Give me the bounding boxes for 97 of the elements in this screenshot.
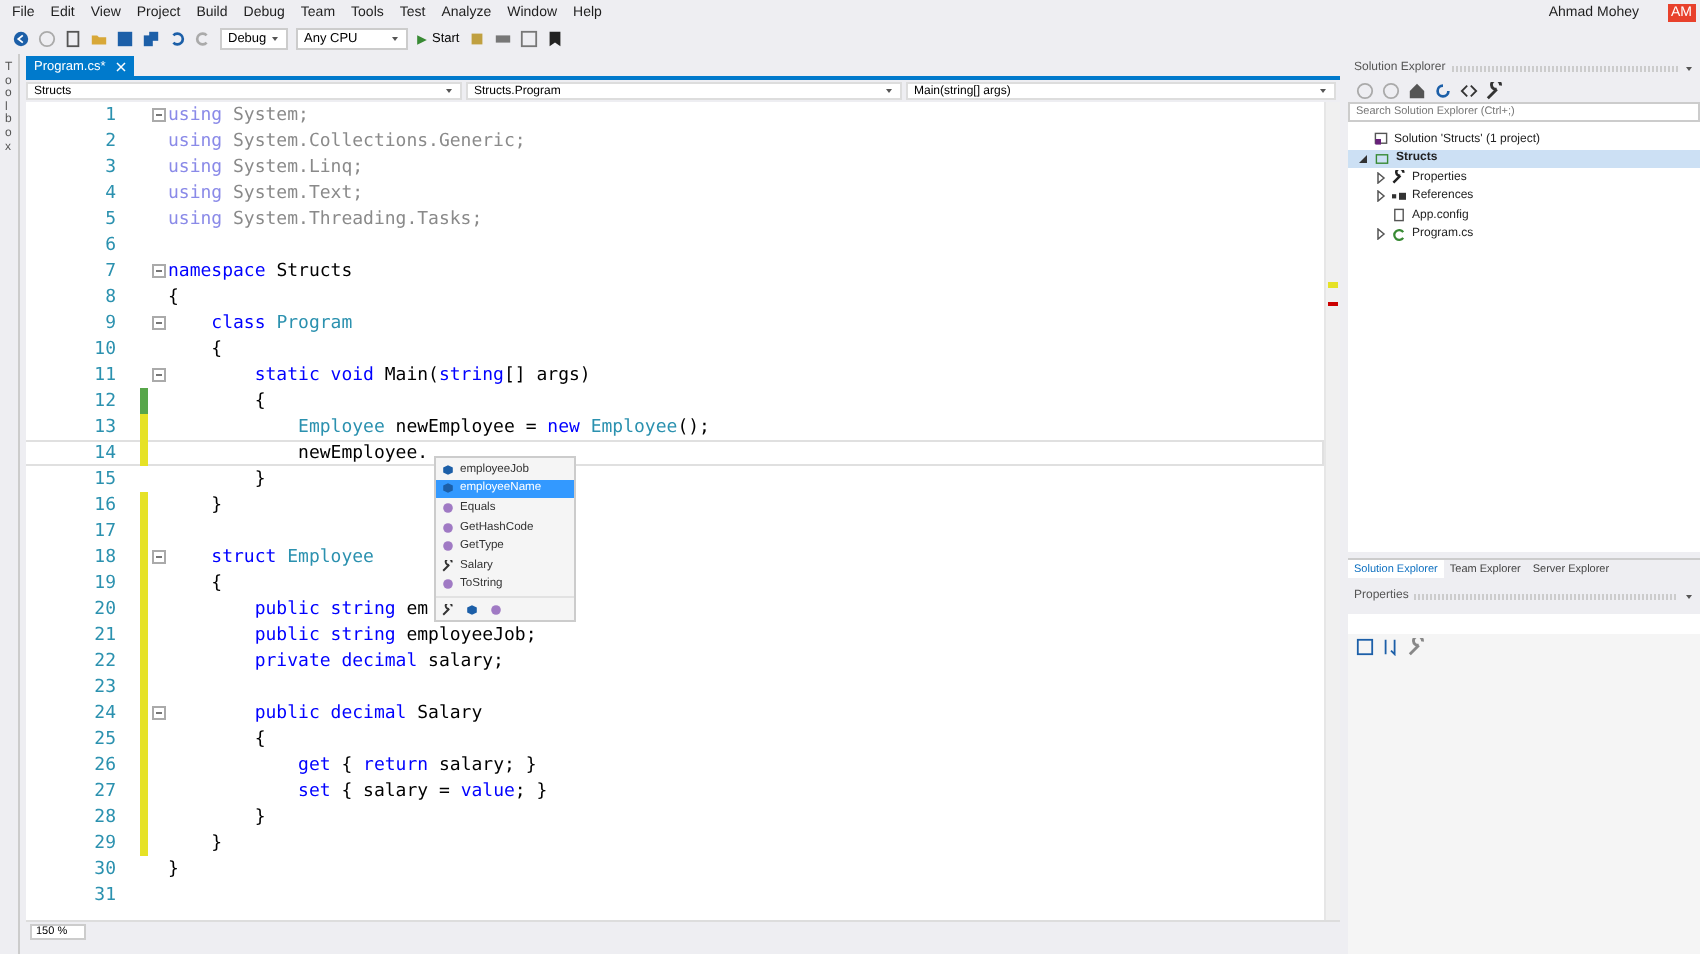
collapse-icon[interactable] bbox=[151, 108, 165, 122]
line-number: 7 bbox=[103, 261, 116, 281]
code-line: } bbox=[209, 495, 223, 515]
code-line: { bbox=[168, 287, 179, 307]
dropdown-caret-icon[interactable] bbox=[444, 86, 454, 96]
collapse-icon[interactable] bbox=[151, 368, 165, 382]
line-number: 9 bbox=[103, 313, 116, 333]
code-line: { bbox=[252, 391, 266, 411]
line-number: 14 bbox=[92, 443, 116, 463]
code-line: { bbox=[209, 573, 223, 593]
save-all-icon[interactable] bbox=[142, 30, 160, 48]
config-file-icon bbox=[1392, 208, 1406, 223]
line-number: 31 bbox=[92, 885, 116, 905]
line-number: 10 bbox=[92, 339, 116, 359]
collapse-arrow-icon[interactable] bbox=[1357, 153, 1367, 164]
line-number: 29 bbox=[92, 833, 116, 853]
line-number: 2 bbox=[103, 131, 116, 151]
dropdown-caret-icon[interactable] bbox=[884, 86, 894, 96]
play-icon bbox=[416, 33, 428, 45]
line-number: 5 bbox=[103, 209, 116, 229]
collapse-icon[interactable] bbox=[151, 264, 165, 278]
line-number: 15 bbox=[92, 469, 116, 489]
code-line: } bbox=[252, 469, 266, 489]
field-icon bbox=[466, 604, 478, 617]
expand-arrow-icon[interactable] bbox=[1375, 190, 1385, 203]
bookmark-icon[interactable] bbox=[545, 30, 564, 48]
line-number: 12 bbox=[92, 391, 116, 411]
code-line: get { return salary; } bbox=[296, 755, 537, 775]
undo-icon[interactable] bbox=[168, 30, 186, 48]
references-icon bbox=[1392, 189, 1406, 204]
code-line: namespace Structs bbox=[168, 261, 353, 281]
code-line: using System.Collections.Generic; bbox=[168, 131, 526, 151]
line-number: 25 bbox=[92, 729, 116, 749]
line-number: 6 bbox=[103, 235, 116, 255]
line-number: 18 bbox=[92, 547, 116, 567]
collapse-icon[interactable] bbox=[151, 550, 165, 564]
code-line: public string employeeJob; bbox=[252, 625, 537, 645]
wrench-icon bbox=[442, 604, 454, 617]
line-number: 20 bbox=[92, 599, 116, 619]
wrench-icon bbox=[442, 559, 454, 572]
save-icon[interactable] bbox=[116, 30, 134, 48]
expand-arrow-icon[interactable] bbox=[1375, 228, 1385, 241]
collapse-icon[interactable] bbox=[151, 316, 165, 330]
code-line: { bbox=[209, 339, 223, 359]
scrollbar[interactable] bbox=[1324, 102, 1340, 920]
line-number: 27 bbox=[92, 781, 116, 801]
sort-icon[interactable] bbox=[1382, 637, 1400, 655]
code-line: } bbox=[209, 833, 223, 853]
code-line: { bbox=[252, 729, 266, 749]
wrench-icon bbox=[1392, 170, 1406, 185]
line-number: 26 bbox=[92, 755, 116, 775]
line-number: 16 bbox=[92, 495, 116, 515]
collapse-icon[interactable] bbox=[151, 706, 165, 720]
line-number: 24 bbox=[92, 703, 116, 723]
code-line: newEmployee. bbox=[296, 443, 429, 463]
code-line: Employee newEmployee = new Employee(); bbox=[296, 417, 710, 437]
line-number: 21 bbox=[92, 625, 116, 645]
csharp-file-icon bbox=[1392, 227, 1406, 242]
code-line: using System.Text; bbox=[168, 183, 364, 203]
wrench-icon[interactable] bbox=[1486, 81, 1504, 99]
method-icon bbox=[442, 578, 454, 591]
dropdown-caret-icon[interactable] bbox=[1684, 63, 1694, 73]
line-number: 28 bbox=[92, 807, 116, 827]
code-line: using System; bbox=[168, 105, 309, 125]
expand-arrow-icon[interactable] bbox=[1375, 171, 1385, 184]
code-line: set { salary = value; } bbox=[296, 781, 548, 801]
line-number: 13 bbox=[92, 417, 116, 437]
line-number: 30 bbox=[92, 859, 116, 879]
code-line: struct Employee bbox=[209, 547, 374, 567]
dropdown-caret-icon[interactable] bbox=[1684, 591, 1694, 601]
dropdown-caret-icon[interactable] bbox=[390, 34, 400, 44]
line-number: 8 bbox=[103, 287, 116, 307]
method-icon bbox=[490, 604, 502, 617]
line-number: 11 bbox=[92, 365, 116, 385]
dropdown-caret-icon[interactable] bbox=[270, 34, 280, 44]
line-number: 22 bbox=[92, 651, 116, 671]
project-icon bbox=[1374, 151, 1390, 166]
line-number: 19 bbox=[92, 573, 116, 593]
code-line: public decimal Salary bbox=[252, 703, 483, 723]
line-number: 1 bbox=[103, 105, 116, 125]
code-line: } bbox=[252, 807, 266, 827]
code-line: using System.Threading.Tasks; bbox=[168, 209, 483, 229]
refresh-icon[interactable] bbox=[1434, 81, 1452, 99]
line-number: 17 bbox=[92, 521, 116, 541]
code-line: static void Main(string[] args) bbox=[252, 365, 591, 385]
code-line: public string em bbox=[252, 599, 429, 619]
code-line: using System.Linq; bbox=[168, 157, 364, 177]
solution-icon bbox=[1374, 132, 1388, 147]
line-number: 3 bbox=[103, 157, 116, 177]
line-number: 23 bbox=[92, 677, 116, 697]
line-number: 4 bbox=[103, 183, 116, 203]
dropdown-caret-icon[interactable] bbox=[1318, 86, 1328, 96]
code-line: } bbox=[168, 859, 179, 879]
code-line: class Program bbox=[209, 313, 353, 333]
close-icon[interactable] bbox=[115, 61, 126, 71]
code-line: private decimal salary; bbox=[252, 651, 504, 671]
code-icon[interactable] bbox=[1460, 81, 1478, 99]
